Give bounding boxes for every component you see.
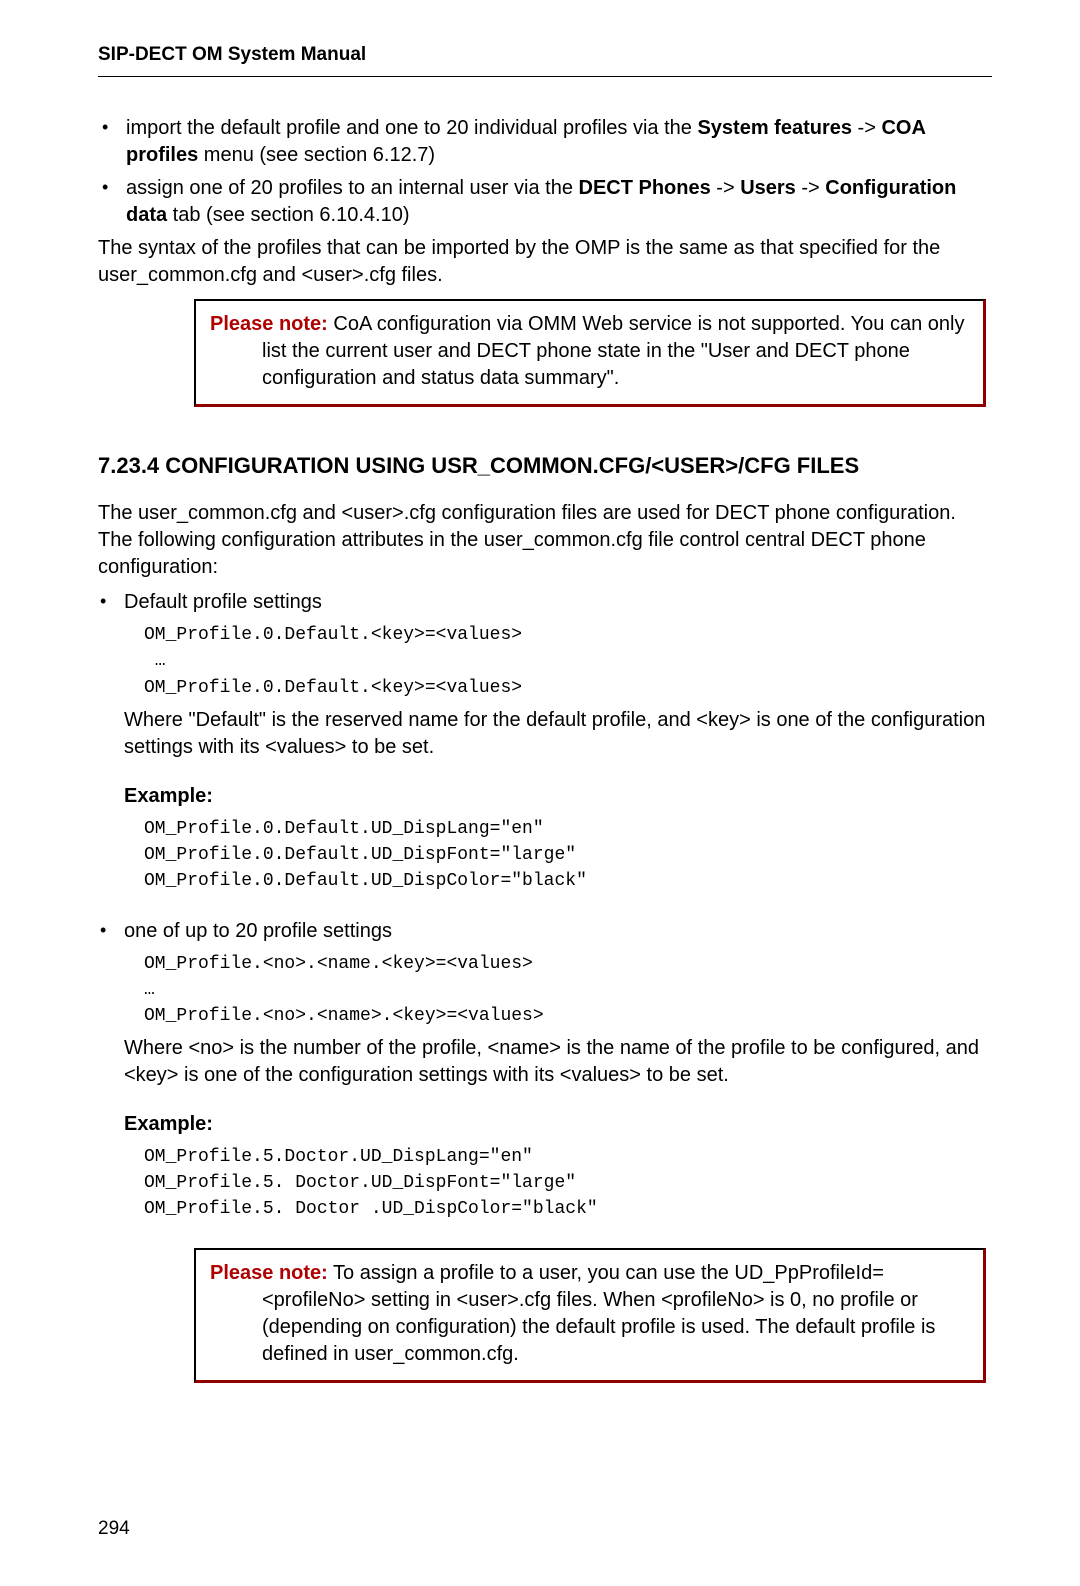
item1-title: Default profile settings (124, 591, 322, 613)
item2-code: OM_Profile.<no>.<name.<key>=<values> … O… (144, 951, 992, 1029)
item1-explain: Where "Default" is the reserved name for… (124, 707, 992, 761)
syntax-paragraph: The syntax of the profiles that can be i… (98, 235, 992, 289)
section-bullet-list-2: one of up to 20 profile settings (98, 918, 992, 945)
note1-label: Please note: (210, 313, 328, 335)
section-item-1: Default profile settings (98, 589, 992, 616)
section-intro: The user_common.cfg and <user>.cfg confi… (98, 500, 992, 581)
bullet2-bold2: Users (740, 177, 796, 199)
section-bullet-list: Default profile settings (98, 589, 992, 616)
section-item-2: one of up to 20 profile settings (98, 918, 992, 945)
item2-example-label: Example: (124, 1111, 992, 1138)
page-number: 294 (98, 1516, 130, 1542)
top-bullet-list: import the default profile and one to 20… (98, 115, 992, 229)
note1-text: CoA configuration via OMM Web service is… (262, 313, 964, 389)
bullet2-mid1: -> (711, 177, 740, 199)
item1-example-code: OM_Profile.0.Default.UD_DispLang="en" OM… (144, 816, 992, 894)
note2-text: To assign a profile to a user, you can u… (262, 1262, 935, 1365)
bullet2-mid2: -> (796, 177, 825, 199)
top-bullet-1: import the default profile and one to 20… (98, 115, 992, 169)
bullet2-pre: assign one of 20 profiles to an internal… (126, 177, 579, 199)
bullet2-post: tab (see section 6.10.4.10) (167, 204, 409, 226)
top-bullet-2: assign one of 20 profiles to an internal… (98, 175, 992, 229)
section-heading: 7.23.4 CONFIGURATION USING USR_COMMON.CF… (98, 451, 992, 481)
doc-header: SIP-DECT OM System Manual (98, 42, 992, 68)
item1-example-label: Example: (124, 783, 992, 810)
note2-label: Please note: (210, 1262, 328, 1284)
bullet1-post: menu (see section 6.12.7) (198, 144, 435, 166)
bullet2-bold1: DECT Phones (579, 177, 711, 199)
bullet1-pre: import the default profile and one to 20… (126, 117, 697, 139)
item2-title: one of up to 20 profile settings (124, 920, 392, 942)
note-box-1: Please note: CoA configuration via OMM W… (194, 299, 986, 407)
item1-code: OM_Profile.0.Default.<key>=<values> … OM… (144, 622, 992, 700)
bullet1-mid1: -> (852, 117, 881, 139)
bullet1-bold1: System features (697, 117, 852, 139)
item2-explain: Where <no> is the number of the profile,… (124, 1035, 992, 1089)
note-box-2: Please note: To assign a profile to a us… (194, 1248, 986, 1383)
item2-example-code: OM_Profile.5.Doctor.UD_DispLang="en" OM_… (144, 1144, 992, 1222)
header-rule (98, 76, 992, 77)
